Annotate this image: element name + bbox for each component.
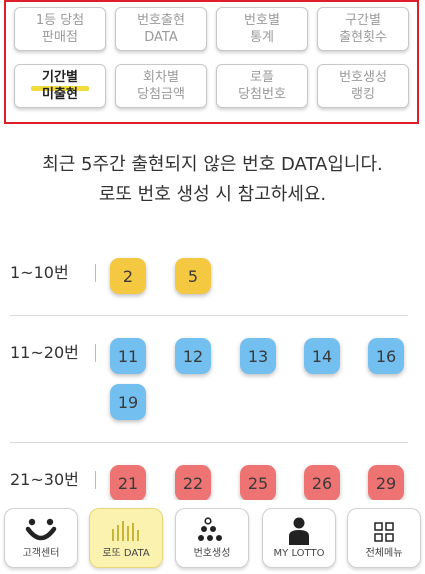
number-ball: 11 <box>110 338 146 374</box>
menu-period-non-appearance[interactable]: 기간별 미출현 <box>14 64 106 108</box>
nav-customer-center[interactable]: 고객센터 <box>4 508 78 568</box>
menu-number-appearance-data[interactable]: 번호출현 DATA <box>115 7 207 51</box>
number-ball: 25 <box>240 465 276 501</box>
sub-menu-grid: 1등 당첨 판매점 번호출현 DATA 번호별 통계 구간별 출현횟수 기간별 … <box>14 7 409 108</box>
smile-icon <box>25 518 57 541</box>
nav-label: MY LOTTO <box>273 548 325 559</box>
nav-number-generation[interactable]: 번호생성 <box>175 508 249 568</box>
number-group-11-20: 11~20번 11 12 13 14 16 19 <box>10 338 408 428</box>
bottom-nav: 고객센터 로또 DATA 번호생성 MY LOTTO 전체메뉴 <box>0 500 425 574</box>
number-ball: 29 <box>368 465 404 501</box>
intro-text: 최근 5주간 출현되지 않은 번호 DATA입니다. 로또 번호 생성 시 참고… <box>0 150 425 210</box>
number-ball: 14 <box>304 338 340 374</box>
menu-number-statistics[interactable]: 번호별 통계 <box>216 7 308 51</box>
number-group-1-10: 1~10번 2 5 <box>10 258 408 298</box>
number-ball: 13 <box>240 338 276 374</box>
menu-lople-winning-numbers[interactable]: 로플 당첨번호 <box>216 64 308 108</box>
nav-lotto-data[interactable]: 로또 DATA <box>89 508 163 568</box>
person-icon <box>289 517 309 545</box>
intro-line-1: 최근 5주간 출현되지 않은 번호 DATA입니다. <box>42 154 383 175</box>
bar-chart-icon <box>112 521 139 541</box>
group-label: 11~20번 <box>10 338 96 368</box>
nav-all-menu[interactable]: 전체메뉴 <box>347 508 421 568</box>
intro-line-2: 로또 번호 생성 시 참고하세요. <box>98 184 327 205</box>
number-ball: 16 <box>368 338 404 374</box>
number-ball: 21 <box>110 465 146 501</box>
menu-number-generation-ranking[interactable]: 번호생성 랭킹 <box>317 64 409 108</box>
nav-my-lotto[interactable]: MY LOTTO <box>262 508 336 568</box>
nav-label: 고객센터 <box>22 548 60 559</box>
menu-first-prize-stores[interactable]: 1등 당첨 판매점 <box>14 7 106 51</box>
nav-label: 전체메뉴 <box>365 548 403 559</box>
group-label: 21~30번 <box>10 465 96 495</box>
dots-triangle-icon <box>198 517 222 541</box>
number-ball: 22 <box>175 465 211 501</box>
number-ball: 12 <box>175 338 211 374</box>
menu-range-appearance-count[interactable]: 구간별 출현횟수 <box>317 7 409 51</box>
number-group-21-30: 21~30번 21 22 25 26 29 <box>10 465 408 505</box>
number-ball: 19 <box>110 384 146 420</box>
menu-prize-amount-by-round[interactable]: 회차별 당첨금액 <box>115 64 207 108</box>
divider <box>10 442 408 443</box>
nav-label: 로또 DATA <box>102 548 150 559</box>
divider <box>10 315 408 316</box>
group-label: 1~10번 <box>10 258 96 288</box>
number-ball: 2 <box>110 258 146 294</box>
number-ball: 5 <box>175 258 211 294</box>
sub-menu-panel: 1등 당첨 판매점 번호출현 DATA 번호별 통계 구간별 출현횟수 기간별 … <box>4 0 419 124</box>
number-ball: 26 <box>304 465 340 501</box>
nav-label: 번호생성 <box>193 548 231 559</box>
grid-menu-icon <box>374 522 394 542</box>
